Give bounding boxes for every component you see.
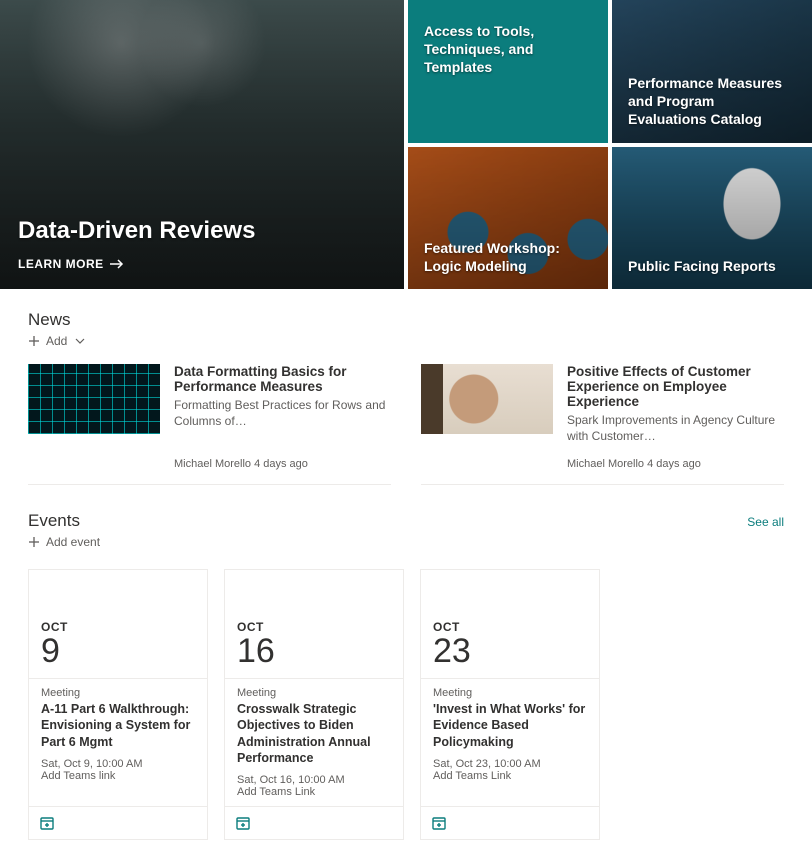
hero-main-tile[interactable]: Data-Driven Reviews LEARN MORE <box>0 0 404 289</box>
learn-more-label: LEARN MORE <box>18 257 104 271</box>
learn-more-link[interactable]: LEARN MORE <box>18 257 386 271</box>
news-thumbnail <box>28 364 160 434</box>
event-teams-link[interactable]: Add Teams Link <box>433 770 587 782</box>
event-kind: Meeting <box>237 687 391 699</box>
news-meta: Michael Morello 4 days ago <box>567 458 784 470</box>
events-add-label: Add event <box>46 535 100 549</box>
news-title: Positive Effects of Customer Experience … <box>567 364 784 409</box>
tile-label: Featured Workshop: Logic Modeling <box>424 239 592 275</box>
event-teams-link[interactable]: Add Teams Link <box>237 786 391 798</box>
event-teams-link[interactable]: Add Teams link <box>41 770 195 782</box>
calendar-add-icon[interactable] <box>235 815 251 831</box>
calendar-add-icon[interactable] <box>39 815 55 831</box>
tile-public-reports[interactable]: Public Facing Reports <box>612 147 812 290</box>
news-desc: Formatting Best Practices for Rows and C… <box>174 398 391 429</box>
arrow-right-icon <box>110 259 124 269</box>
news-card[interactable]: Positive Effects of Customer Experience … <box>421 358 784 485</box>
events-see-all-link[interactable]: See all <box>747 515 784 529</box>
hero-main-title: Data-Driven Reviews <box>18 217 386 245</box>
event-day: 9 <box>41 634 195 668</box>
tile-label: Performance Measures and Program Evaluat… <box>628 74 796 129</box>
tile-performance-catalog[interactable]: Performance Measures and Program Evaluat… <box>612 0 812 143</box>
event-card[interactable]: OCT 9 Meeting A-11 Part 6 Walkthrough: E… <box>28 569 208 840</box>
news-add-button[interactable]: Add <box>28 334 85 348</box>
news-thumbnail <box>421 364 553 434</box>
tile-label: Public Facing Reports <box>628 257 776 275</box>
event-kind: Meeting <box>433 687 587 699</box>
events-heading: Events <box>28 511 80 531</box>
event-time: Sat, Oct 23, 10:00 AM <box>433 758 587 770</box>
event-time: Sat, Oct 9, 10:00 AM <box>41 758 195 770</box>
chevron-down-icon <box>75 338 85 344</box>
events-add-button[interactable]: Add event <box>28 535 100 549</box>
event-title: Crosswalk Strategic Objectives to Biden … <box>237 701 391 766</box>
event-month: OCT <box>41 620 195 634</box>
news-meta: Michael Morello 4 days ago <box>174 458 391 470</box>
plus-icon <box>28 536 40 548</box>
tile-label: Access to Tools, Techniques, and Templat… <box>424 22 592 77</box>
event-day: 16 <box>237 634 391 668</box>
plus-icon <box>28 335 40 347</box>
event-time: Sat, Oct 16, 10:00 AM <box>237 774 391 786</box>
event-day: 23 <box>433 634 587 668</box>
event-title: A-11 Part 6 Walkthrough: Envisioning a S… <box>41 701 195 750</box>
event-card[interactable]: OCT 23 Meeting 'Invest in What Works' fo… <box>420 569 600 840</box>
tile-tools[interactable]: Access to Tools, Techniques, and Templat… <box>408 0 608 143</box>
news-add-label: Add <box>46 334 67 348</box>
news-desc: Spark Improvements in Agency Culture wit… <box>567 413 784 444</box>
event-card[interactable]: OCT 16 Meeting Crosswalk Strategic Objec… <box>224 569 404 840</box>
event-title: 'Invest in What Works' for Evidence Base… <box>433 701 587 750</box>
news-card[interactable]: Data Formatting Basics for Performance M… <box>28 358 391 485</box>
event-kind: Meeting <box>41 687 195 699</box>
news-heading: News <box>28 310 784 330</box>
calendar-add-icon[interactable] <box>431 815 447 831</box>
news-title: Data Formatting Basics for Performance M… <box>174 364 391 394</box>
tile-featured-workshop[interactable]: Featured Workshop: Logic Modeling <box>408 147 608 290</box>
